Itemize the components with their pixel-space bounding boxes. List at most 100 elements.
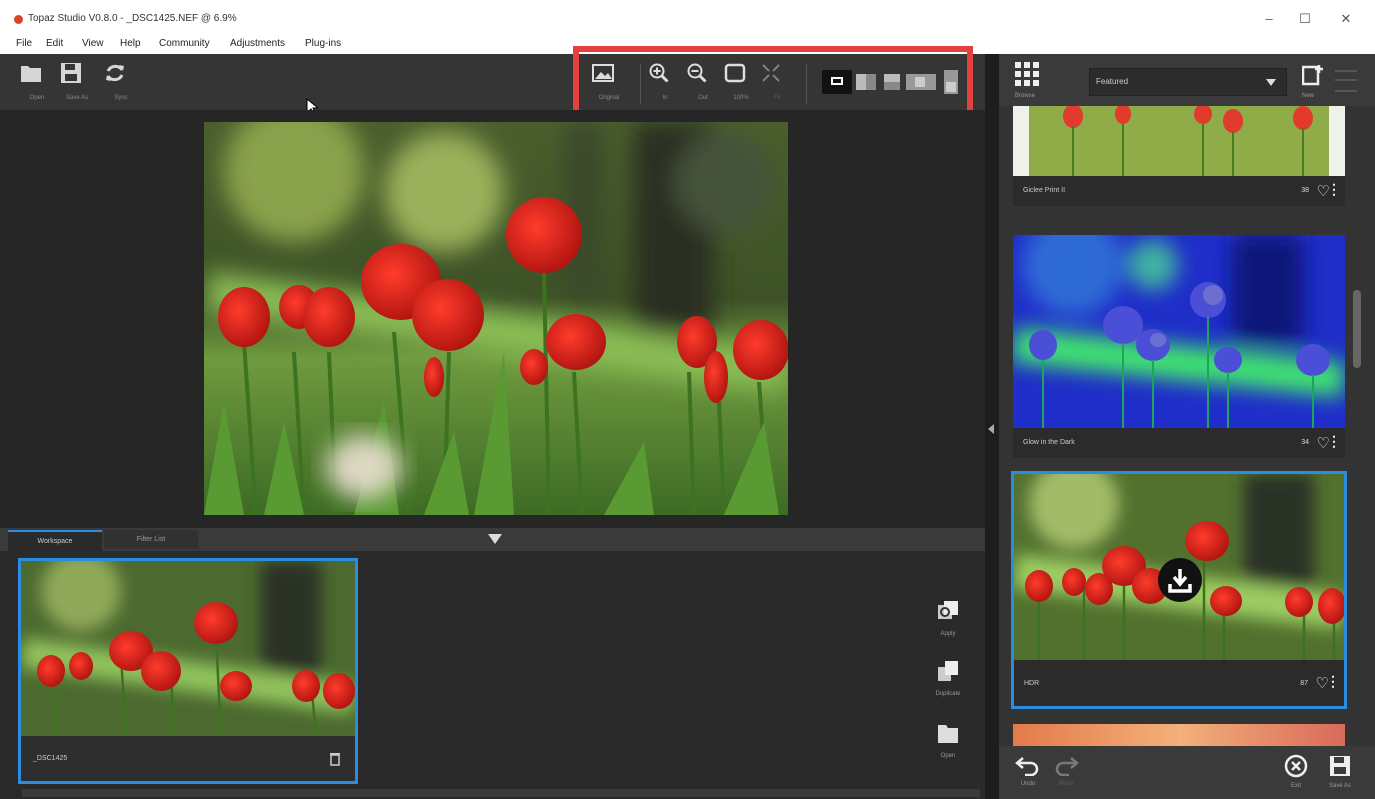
window-title: Topaz Studio V0.8.0 - _DSC1425.NEF @ 6.9… [28, 13, 237, 24]
redo-button[interactable]: Redo [1051, 754, 1081, 787]
folder-icon [21, 66, 41, 82]
redo-icon [1055, 757, 1079, 777]
save-as-label: Save As [65, 95, 88, 101]
download-button[interactable] [1158, 558, 1202, 602]
collapse-panel-icon [988, 424, 994, 434]
like-count: 34 [1301, 439, 1309, 446]
close-circle-icon [1284, 754, 1308, 778]
workspace-panel: _DSC1425 Apply Duplicate Open [0, 551, 985, 799]
save-icon [61, 63, 81, 83]
workspace-scrollbar[interactable] [22, 789, 980, 797]
download-icon [1168, 569, 1192, 593]
filter-dropdown[interactable]: Featured [1089, 68, 1287, 96]
collapse-arrow-icon[interactable] [488, 534, 502, 544]
more-options-icon[interactable]: ⋮ [1326, 673, 1340, 690]
open-workspace-label: Open [940, 753, 956, 759]
menu-view[interactable]: View [82, 38, 104, 49]
menu-community[interactable]: Community [159, 38, 210, 49]
side-by-side-button[interactable] [906, 74, 936, 90]
original-button[interactable]: Original [592, 62, 626, 104]
fit-button[interactable]: Fit [760, 62, 794, 104]
fit-icon [724, 63, 746, 83]
grid-icon [1015, 62, 1039, 86]
panel-splitter[interactable] [985, 54, 999, 799]
sync-icon [106, 64, 124, 82]
preset-card-footer: Giclee Print II 38 ♡ ⋮ [1013, 176, 1345, 206]
new-button[interactable]: New [1301, 64, 1328, 104]
thumbnail-filename: _DSC1425 [33, 755, 68, 762]
browse-button[interactable]: Browse [1015, 62, 1041, 102]
browser-scrollbar[interactable] [1353, 290, 1361, 368]
zoom-out-icon [687, 63, 707, 83]
menu-adjustments[interactable]: Adjustments [230, 38, 285, 49]
menu-help[interactable]: Help [120, 38, 141, 49]
trash-icon[interactable] [329, 752, 341, 766]
split-view-icon [866, 74, 876, 90]
menu-lines-icon[interactable] [1335, 70, 1357, 92]
divider [806, 64, 807, 104]
image-canvas[interactable] [0, 110, 985, 528]
menu-plugins[interactable]: Plug-ins [305, 38, 341, 49]
open-button[interactable]: Open [20, 62, 54, 104]
title-bar: Topaz Studio V0.8.0 - _DSC1425.NEF @ 6.9… [0, 0, 1375, 34]
save-icon [1330, 756, 1350, 776]
undo-button[interactable]: Undo [1013, 754, 1043, 787]
menu-file[interactable]: File [16, 38, 32, 49]
preset-card-partial[interactable] [1013, 724, 1345, 746]
image-thumbnail[interactable]: _DSC1425 [18, 558, 358, 784]
split-horizontal-button[interactable] [884, 74, 900, 90]
browser-footer: Undo Redo Exit Save As [999, 746, 1375, 799]
sync-label: Sync [114, 95, 128, 101]
expand-icon [762, 64, 780, 82]
filter-dropdown-value: Featured [1096, 77, 1129, 86]
save-as-footer-button[interactable]: Save As [1325, 754, 1355, 789]
single-view-icon [831, 77, 843, 85]
tab-workspace[interactable]: Workspace [8, 530, 102, 551]
minimize-button[interactable]: – [1259, 11, 1279, 26]
actual-size-button[interactable]: 100% [724, 62, 758, 104]
zoom-out-button[interactable]: Out [686, 62, 720, 104]
tab-filter-list[interactable]: Filter List [104, 530, 198, 549]
preset-card-footer: HDR 87 ♡ ⋮ [1014, 660, 1344, 706]
apply-icon [938, 601, 958, 619]
preset-card[interactable]: Giclee Print II 38 ♡ ⋮ [1013, 106, 1345, 206]
apply-button[interactable]: Apply [918, 599, 978, 637]
divider [640, 64, 641, 104]
single-view-button[interactable] [822, 70, 852, 94]
filter-browser-panel: Browse Featured New Giclee Print II 38 ♡… [999, 54, 1375, 799]
split-horizontal-icon [884, 82, 900, 90]
preset-card-selected[interactable]: HDR 87 ♡ ⋮ [1011, 471, 1347, 709]
fit-label: Fit [773, 95, 781, 101]
zoom-in-label: In [662, 95, 668, 101]
more-options-icon[interactable]: ⋮ [1327, 181, 1341, 198]
actual-size-label: 100% [733, 95, 749, 101]
menu-edit[interactable]: Edit [46, 38, 63, 49]
redo-label: Redo [1058, 781, 1074, 787]
new-label: New [1302, 93, 1315, 99]
exit-button[interactable]: Exit [1283, 754, 1309, 789]
stacked-view-button[interactable] [944, 70, 958, 94]
stacked-view-icon [946, 82, 956, 92]
folder-icon [938, 725, 958, 743]
more-options-icon[interactable]: ⋮ [1327, 433, 1341, 450]
duplicate-button[interactable]: Duplicate [918, 659, 978, 697]
preset-card-footer: Glow in the Dark 34 ♡ ⋮ [1013, 428, 1345, 458]
sync-button[interactable]: Sync [104, 62, 138, 104]
zoom-in-button[interactable]: In [648, 62, 682, 104]
undo-label: Undo [1020, 781, 1036, 787]
duplicate-label: Duplicate [935, 691, 961, 697]
preset-card[interactable]: Glow in the Dark 34 ♡ ⋮ [1013, 235, 1345, 458]
zoom-in-icon [649, 63, 669, 83]
thumbnail-footer: _DSC1425 [21, 736, 355, 781]
open-workspace-button[interactable]: Open [918, 721, 978, 759]
maximize-button[interactable]: ☐ [1295, 11, 1315, 27]
preset-name: Giclee Print II [1023, 187, 1066, 194]
split-view-button[interactable] [856, 74, 876, 90]
close-button[interactable]: ✕ [1336, 11, 1356, 27]
main-photo [204, 122, 788, 515]
save-as-button[interactable]: Save As [60, 62, 94, 104]
image-icon [592, 64, 614, 82]
side-by-side-icon [915, 77, 925, 87]
browse-label: Browse [1015, 93, 1036, 99]
undo-icon [1015, 757, 1039, 777]
